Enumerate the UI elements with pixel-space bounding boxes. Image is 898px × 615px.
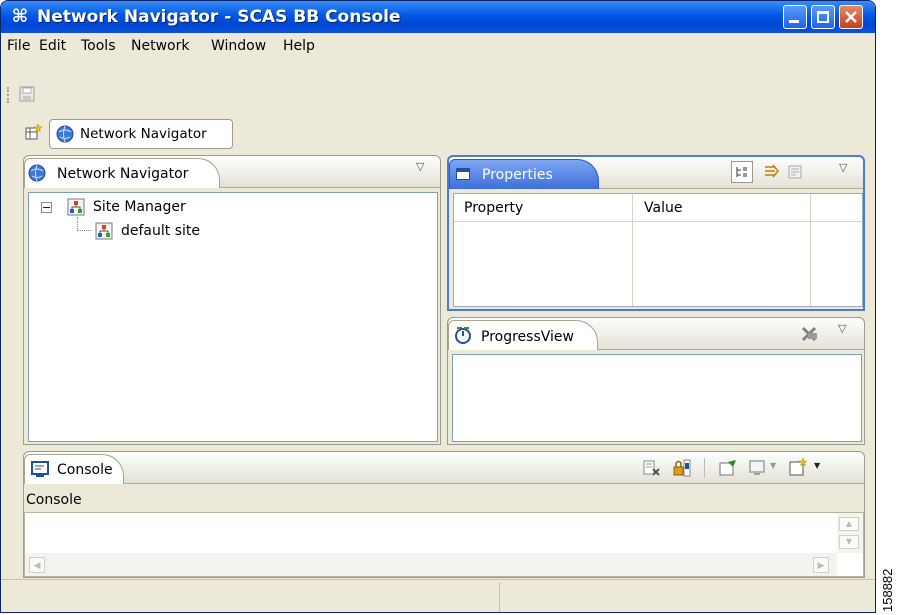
display-console-dropdown-icon[interactable]: ▼ xyxy=(770,461,776,470)
properties-table: Property Value xyxy=(453,193,863,307)
display-console-icon[interactable] xyxy=(748,458,768,478)
scroll-lock-icon[interactable] xyxy=(672,458,692,478)
properties-view: Properties ▽ Property Value xyxy=(447,155,865,311)
progress-tab-label: ProgressView xyxy=(481,329,574,345)
column-divider xyxy=(632,194,633,306)
progress-tab-header: ProgressView ▽ xyxy=(448,318,864,350)
scroll-down-icon[interactable]: ▼ xyxy=(839,535,859,549)
site-manager-icon xyxy=(67,198,85,216)
navigator-tab-label: Network Navigator xyxy=(57,166,189,182)
menu-window[interactable]: Window xyxy=(211,37,266,55)
perspective-label: Network Navigator xyxy=(80,126,207,142)
minimize-icon xyxy=(789,20,799,23)
console-tab-label: Console xyxy=(57,462,113,478)
close-icon xyxy=(845,11,857,23)
navigator-tab[interactable]: Network Navigator xyxy=(24,158,220,188)
scroll-up-icon[interactable]: ▲ xyxy=(839,517,859,531)
menu-network[interactable]: Network xyxy=(131,37,189,55)
perspective-button[interactable]: Network Navigator xyxy=(49,119,233,149)
progress-icon xyxy=(455,327,471,344)
scroll-left-icon[interactable]: ◀ xyxy=(29,557,45,573)
navigator-view: Network Navigator ▽ − Site Manager defau… xyxy=(23,155,441,445)
view-menu-icon[interactable]: ▽ xyxy=(838,322,846,335)
collapse-icon[interactable]: − xyxy=(41,202,52,213)
close-button[interactable] xyxy=(839,5,863,29)
toolbar-grip xyxy=(7,87,9,103)
menu-tools[interactable]: Tools xyxy=(81,37,116,55)
column-divider xyxy=(810,194,811,306)
menu-file[interactable]: File xyxy=(7,37,30,55)
console-tab-header: Console ▼ ▼ xyxy=(24,452,864,484)
save-icon[interactable] xyxy=(19,86,35,102)
console-view: Console ▼ ▼ Console ▲ ▼ ◀ ▶ xyxy=(23,451,865,578)
horizontal-scrollbar[interactable]: ◀ ▶ xyxy=(25,553,837,576)
pin-console-icon[interactable] xyxy=(718,458,738,478)
app-icon: ⌘ xyxy=(11,6,29,27)
scroll-right-icon[interactable]: ▶ xyxy=(813,557,829,573)
restore-default-icon[interactable] xyxy=(787,164,805,182)
progress-tab[interactable]: ProgressView xyxy=(448,320,598,350)
status-bar xyxy=(1,579,875,612)
title-bar[interactable]: ⌘ Network Navigator - SCAS BB Console xyxy=(1,1,875,33)
globe-icon xyxy=(28,164,46,182)
column-header-value[interactable]: Value xyxy=(644,200,682,216)
open-console-icon[interactable] xyxy=(788,457,810,479)
filter-icon[interactable] xyxy=(763,164,781,182)
column-header-property[interactable]: Property xyxy=(464,200,523,216)
menu-edit[interactable]: Edit xyxy=(39,37,66,55)
application-window: ⌘ Network Navigator - SCAS BB Console Fi… xyxy=(0,0,876,613)
tree-item-site-manager[interactable]: Site Manager xyxy=(93,199,186,215)
navigator-tab-header: Network Navigator ▽ xyxy=(24,156,440,188)
vertical-scrollbar[interactable]: ▲ ▼ xyxy=(837,513,863,553)
navigator-tree: − Site Manager default site xyxy=(28,192,438,442)
clear-console-icon[interactable] xyxy=(642,459,660,477)
remove-all-icon[interactable] xyxy=(800,324,820,344)
progress-content xyxy=(452,354,862,442)
status-divider xyxy=(499,582,500,612)
console-output[interactable]: ▲ ▼ ◀ ▶ xyxy=(24,512,864,577)
maximize-button[interactable] xyxy=(811,5,835,29)
properties-icon xyxy=(456,168,470,180)
properties-tab-label: Properties xyxy=(482,167,553,183)
view-menu-icon[interactable]: ▽ xyxy=(839,161,847,174)
open-console-dropdown-icon[interactable]: ▼ xyxy=(814,461,820,470)
site-icon xyxy=(95,222,113,240)
figure-id: 158882 xyxy=(880,569,895,612)
menu-help[interactable]: Help xyxy=(283,37,315,55)
open-perspective-icon[interactable] xyxy=(25,123,43,141)
toolbar-separator xyxy=(704,458,705,478)
view-menu-icon[interactable]: ▽ xyxy=(416,160,424,173)
progress-view: ProgressView ▽ xyxy=(447,317,865,445)
show-categories-button[interactable] xyxy=(731,161,753,183)
properties-table-header: Property Value xyxy=(454,194,862,222)
svg-text:158882: 158882 xyxy=(880,569,895,612)
globe-icon xyxy=(56,125,74,143)
console-icon xyxy=(31,461,49,477)
maximize-icon xyxy=(817,11,829,23)
tree-item-default-site[interactable]: default site xyxy=(121,223,200,239)
window-title: Network Navigator - SCAS BB Console xyxy=(37,7,401,27)
properties-tab-header: Properties ▽ xyxy=(449,157,863,189)
console-tab[interactable]: Console xyxy=(24,454,124,484)
console-header-label: Console xyxy=(26,492,82,508)
properties-tab[interactable]: Properties xyxy=(449,159,599,189)
toolbar xyxy=(1,59,875,115)
tree-icon xyxy=(736,167,747,177)
minimize-button[interactable] xyxy=(783,5,807,29)
tree-connector xyxy=(77,217,91,231)
menu-bar: File Edit Tools Network Window Help xyxy=(1,33,875,59)
